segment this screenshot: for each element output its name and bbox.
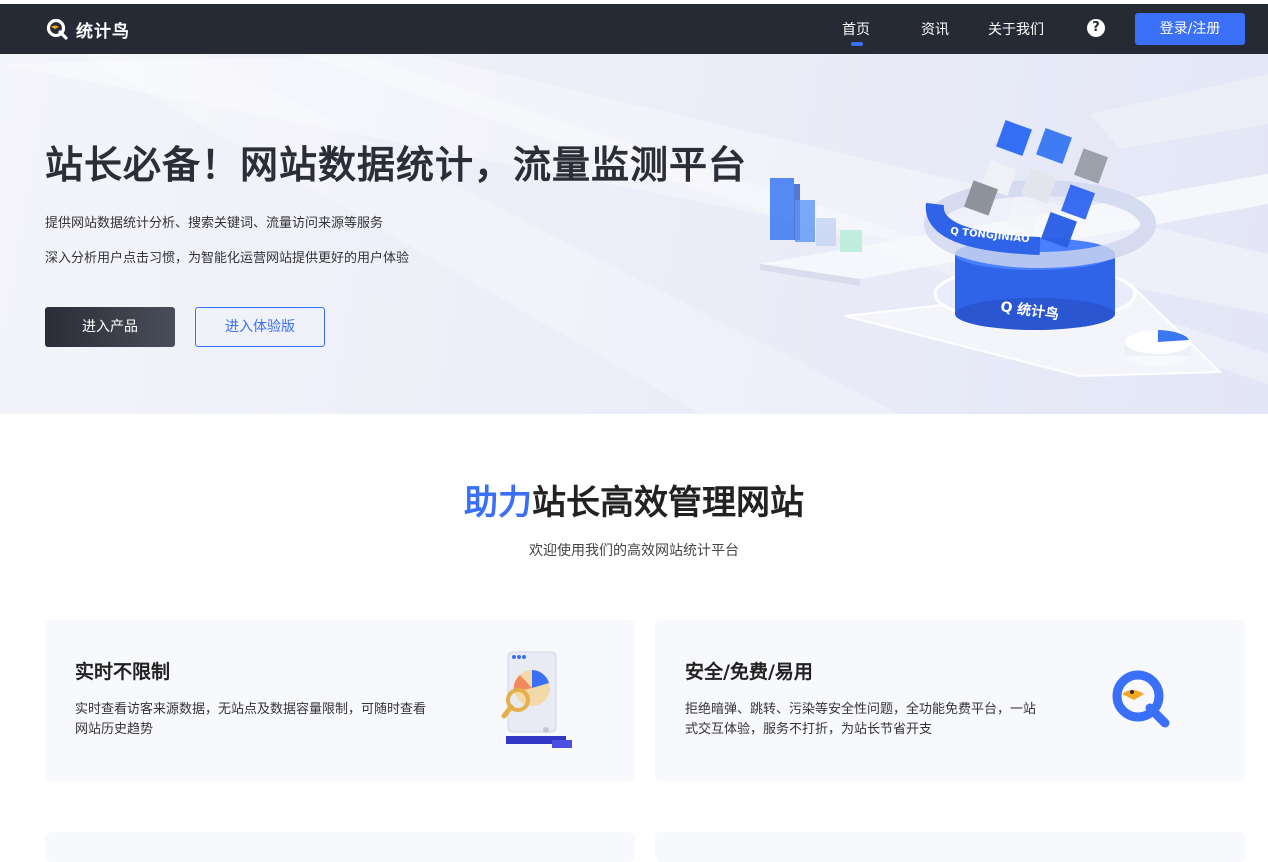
hero-illustration: Q 统计鸟 Q TONGJINIAO	[0, 54, 1268, 414]
feature-title: 安全/免费/易用	[685, 661, 813, 683]
enter-trial-button[interactable]: 进入体验版	[195, 307, 325, 347]
feature-description: 拒绝暗弹、跳转、污染等安全性问题，全功能免费平台，一站式交互体验，服务不打折，为…	[685, 702, 1037, 737]
section-subtitle: 欢迎使用我们的高效网站统计平台	[529, 543, 739, 559]
hero-banner: Q 统计鸟 Q TONGJINIAO 站长必备！网站数据统计，流量监测平台 提供…	[0, 54, 1268, 414]
hero-subtitle-2: 深入分析用户点击习惯，为智能化运营网站提供更好的用户体验	[45, 251, 410, 266]
hero-title: 站长必备！网站数据统计，流量监测平台	[45, 143, 748, 187]
chart-bar-3	[816, 218, 836, 246]
hero-subtitle-1: 提供网站数据统计分析、搜索关键词、流量访问来源等服务	[45, 216, 384, 231]
chart-bar-4	[840, 230, 862, 252]
bird-logo-icon	[46, 18, 68, 40]
navbar: 统计鸟 首页 资讯 关于我们 ? 登录/注册	[0, 4, 1268, 54]
help-icon[interactable]: ?	[1087, 19, 1105, 37]
feature-description: 实时查看访客来源数据，无站点及数据容量限制，可随时查看网站历史趋势	[75, 702, 427, 737]
nav-item-about[interactable]: 关于我们	[988, 20, 1044, 40]
feature-title: 实时不限制	[75, 661, 171, 683]
brand-logo[interactable]: 统计鸟	[46, 18, 130, 42]
bird-logo-icon	[1112, 670, 1170, 728]
brand-name: 统计鸟	[76, 21, 130, 42]
feature-card-placeholder	[45, 832, 635, 862]
section-title-rest: 站长高效管理网站	[532, 483, 804, 523]
enter-product-button[interactable]: 进入产品	[45, 307, 175, 347]
section-title: 助力站长高效管理网站	[0, 475, 1268, 524]
report-magnifier-icon	[501, 651, 572, 748]
nav-item-home[interactable]: 首页	[842, 20, 870, 46]
feature-card-placeholder	[655, 832, 1245, 862]
feature-card-realtime: 实时不限制 实时查看访客来源数据，无站点及数据容量限制，可随时查看网站历史趋势	[45, 620, 635, 781]
login-register-button[interactable]: 登录/注册	[1135, 13, 1245, 45]
chart-bar-2	[795, 200, 815, 242]
chart-bar-1	[770, 178, 794, 240]
section-title-accent: 助力	[464, 483, 532, 523]
feature-card-safe: 安全/免费/易用 拒绝暗弹、跳转、污染等安全性问题，全功能免费平台，一站式交互体…	[655, 620, 1245, 781]
nav-item-news[interactable]: 资讯	[921, 20, 949, 40]
